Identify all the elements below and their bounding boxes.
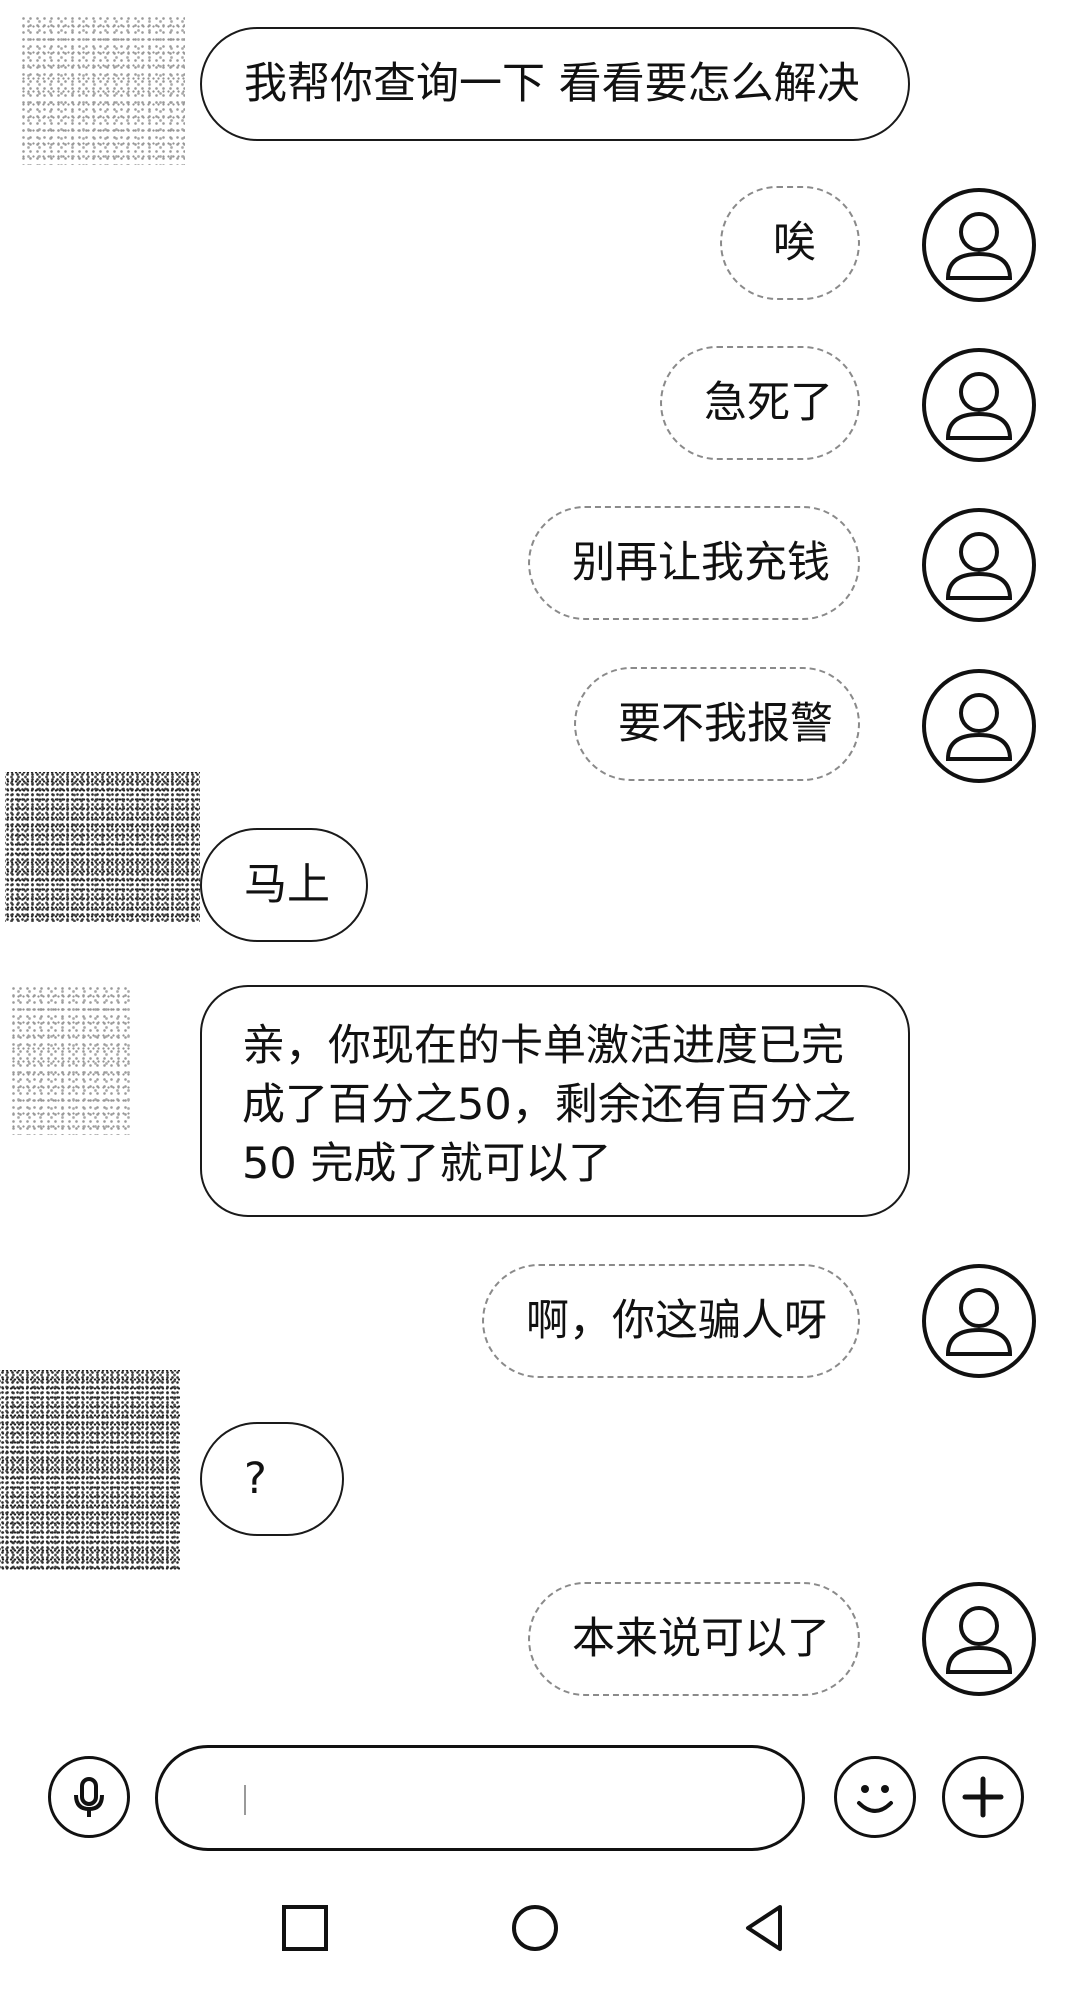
person-icon <box>945 693 1013 761</box>
message-text: ? <box>244 1454 267 1504</box>
back-button[interactable] <box>740 1903 790 1953</box>
message-text-line: 50 完成了就可以了 <box>242 1139 612 1189</box>
message-bubble-incoming[interactable]: 我帮你查询一下 看看要怎么解决 <box>200 27 910 141</box>
person-icon <box>945 1606 1013 1674</box>
message-bubble-incoming[interactable]: ? <box>200 1422 344 1536</box>
recents-button[interactable] <box>280 1903 330 1953</box>
message-text: 啊，你这骗人呀 <box>526 1296 827 1346</box>
message-text: 我帮你查询一下 看看要怎么解决 <box>244 59 860 109</box>
user-avatar[interactable] <box>922 188 1036 302</box>
message-bubble-outgoing[interactable]: 要不我报警 <box>574 667 860 781</box>
user-avatar[interactable] <box>922 1264 1036 1378</box>
triangle-back-icon <box>746 1905 782 1951</box>
message-input[interactable] <box>155 1745 805 1851</box>
contact-avatar[interactable] <box>20 15 185 165</box>
contact-avatar[interactable] <box>0 1370 180 1570</box>
user-avatar[interactable] <box>922 1582 1036 1696</box>
user-avatar[interactable] <box>922 348 1036 462</box>
message-text: 唉 <box>773 218 816 268</box>
more-button[interactable] <box>942 1756 1024 1838</box>
message-text-line: 成了百分之50，剩余还有百分之 <box>242 1080 856 1130</box>
message-text-line: 亲，你现在的卡单激活进度已完 <box>242 1021 844 1071</box>
message-text: 马上 <box>244 860 330 910</box>
message-bubble-incoming[interactable]: 马上 <box>200 828 368 942</box>
message-bubble-outgoing[interactable]: 啊，你这骗人呀 <box>482 1264 860 1378</box>
voice-button[interactable] <box>48 1756 130 1838</box>
square-icon <box>282 1905 328 1951</box>
contact-avatar[interactable] <box>5 772 200 922</box>
text-caret <box>244 1785 246 1815</box>
message-bubble-outgoing[interactable]: 本来说可以了 <box>528 1582 860 1696</box>
chat-message-list: 我帮你查询一下 看看要怎么解决 唉 急死了 别再让我充钱 要不我报警 马上 亲，… <box>0 0 1080 1720</box>
microphone-icon <box>74 1777 104 1817</box>
smiley-icon <box>857 1785 893 1813</box>
user-avatar[interactable] <box>922 669 1036 783</box>
message-text: 急死了 <box>704 378 833 428</box>
message-bubble-outgoing[interactable]: 唉 <box>720 186 860 300</box>
emoji-button[interactable] <box>834 1756 916 1838</box>
message-bubble-outgoing[interactable]: 急死了 <box>660 346 860 460</box>
message-text: 本来说可以了 <box>572 1614 830 1664</box>
home-button[interactable] <box>510 1903 560 1953</box>
message-text: 别再让我充钱 <box>572 538 830 588</box>
person-icon <box>945 212 1013 280</box>
message-bubble-outgoing[interactable]: 别再让我充钱 <box>528 506 860 620</box>
circle-icon <box>512 1905 558 1951</box>
person-icon <box>945 532 1013 600</box>
contact-avatar[interactable] <box>10 985 130 1135</box>
person-icon <box>945 1288 1013 1356</box>
person-icon <box>945 372 1013 440</box>
user-avatar[interactable] <box>922 508 1036 622</box>
message-text: 要不我报警 <box>618 699 833 749</box>
plus-icon <box>962 1776 1004 1818</box>
message-bubble-incoming[interactable]: 亲，你现在的卡单激活进度已完 成了百分之50，剩余还有百分之 50 完成了就可以… <box>200 985 910 1217</box>
